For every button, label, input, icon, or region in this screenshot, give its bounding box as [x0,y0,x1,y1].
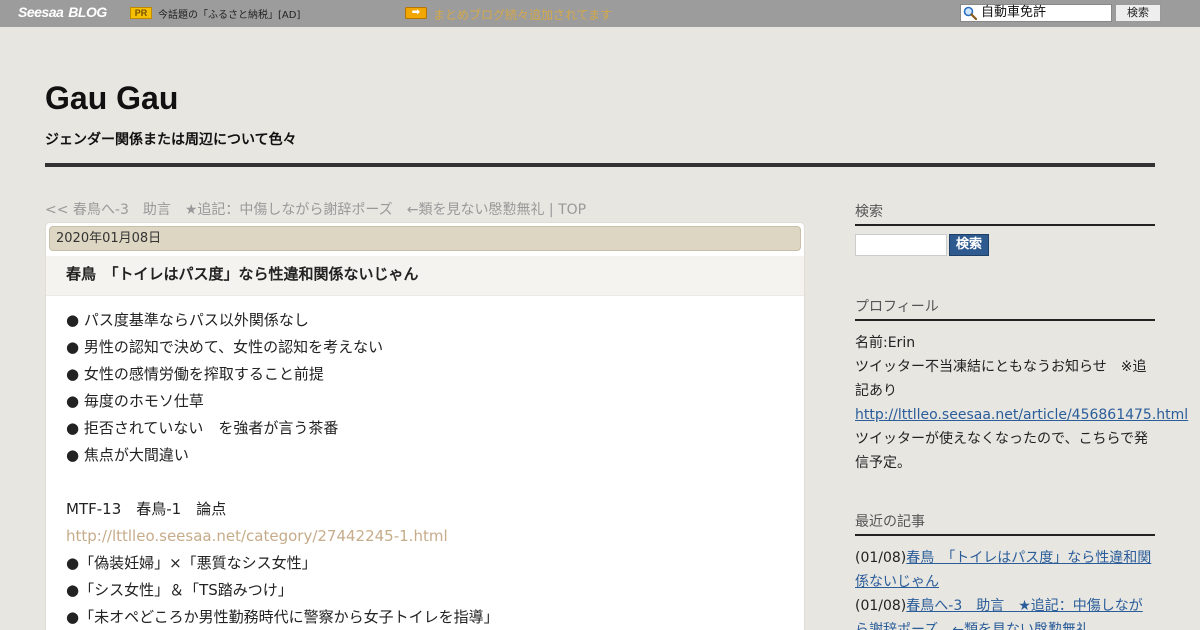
article-body: ● パス度基準ならパス以外関係なし ● 男性の認知で決めて、女性の認知を考えない… [66,307,786,630]
profile-note: ツイッターが使えなくなったので、こちらで発信予定。 [855,431,1149,471]
body-bullet: ● 女性の感情労働を搾取すること前提 [66,365,324,383]
article: 2020年01月08日 春鳥 「トイレはパス度」なら性違和関係ないじゃん ● パ… [45,222,805,630]
article-date: 2020年01月08日 [49,226,801,251]
header-divider [45,163,1155,167]
pr-ad-link[interactable]: 今話題の「ふるさと納税」[AD] [158,6,300,21]
notice-link[interactable]: まとめブログ続々追加されてます [433,6,612,23]
blog-description: ジェンダー関係または周辺について色々 [45,132,297,148]
profile-name: 名前:Erin [855,335,916,351]
search-icon [963,6,977,20]
body-bullet: ● 焦点が大間違い [66,446,189,464]
sidebar-search-input[interactable] [855,234,947,256]
profile-notice: ツイッター不当凍結にともなうお知らせ ※追記あり [855,359,1147,399]
top-search-input[interactable]: 自動車免許 [960,4,1112,22]
sidebar-search: 検索 検索 [855,201,1155,261]
body-bullet: ● 毎度のホモソ仕草 [66,392,204,410]
category-link[interactable]: http://lttlleo.seesaa.net/category/27442… [66,527,448,545]
profile-heading: プロフィール [855,296,1155,321]
body-bullet: ●「偽装妊婦」×「悪質なシス女性」 [66,554,317,572]
logo-seesaa-text: Seesaa [18,4,64,20]
body-link-line: http://lttlleo.seesaa.net/category/27442… [66,523,786,550]
seesaa-blog-logo[interactable]: Seesaa BLOG [18,4,107,20]
body-bullet: ● 拒否されていない を強者が言う茶番 [66,419,339,437]
arrow-right-icon: ➡ [405,7,427,19]
top-link[interactable]: TOP [558,202,586,218]
prev-article-link[interactable]: << 春鳥へ-3 助言 ★追記：中傷しながら謝辞ポーズ ←類を見ない慇懃無礼 [45,202,544,218]
body-bullet: ● パス度基準ならパス以外関係なし [66,311,309,329]
body-section-title: MTF-13 春鳥-1 論点 [66,500,227,518]
recent-heading: 最近の記事 [855,511,1155,536]
nav-separator: | [544,202,559,218]
body-bullet: ● 男性の認知で決めて、女性の認知を考えない [66,338,384,356]
article-title[interactable]: 春鳥 「トイレはパス度」なら性違和関係ないじゃん [66,263,419,284]
list-item: (01/08)春鳥へ-3 助言 ★追記：中傷しながら謝辞ポーズ ←類を見ない慇懃… [855,594,1155,630]
blog-title[interactable]: Gau Gau [45,80,178,117]
body-bullet: ●「未オペどころか男性勤務時代に警察から女子トイレを指導」 [66,608,499,626]
sidebar-search-heading: 検索 [855,201,1155,226]
recent-date: (01/08) [855,550,907,566]
pr-badge: PR [130,7,152,19]
profile-body: 名前:Erin ツイッター不当凍結にともなうお知らせ ※追記あり http://… [855,331,1188,475]
recent-date: (01/08) [855,598,907,614]
list-item: (01/08)春鳥 「トイレはパス度」なら性違和関係ないじゃん [855,546,1155,594]
sidebar-profile: プロフィール 名前:Erin ツイッター不当凍結にともなうお知らせ ※追記あり … [855,296,1188,475]
body-bullet: ●「シス女性」＆「TS踏みつけ」 [66,581,293,599]
sidebar-search-button[interactable]: 検索 [949,234,989,256]
sidebar-recent: 最近の記事 (01/08)春鳥 「トイレはパス度」なら性違和関係ないじゃん (0… [855,511,1155,630]
top-bar: Seesaa BLOG PR 今話題の「ふるさと納税」[AD] ➡ まとめブログ続… [0,0,1200,27]
logo-blog-text: BLOG [68,4,107,20]
top-search-button[interactable]: 検索 [1115,4,1161,22]
profile-link[interactable]: http://lttlleo.seesaa.net/article/456861… [855,407,1188,423]
article-navigation: << 春鳥へ-3 助言 ★追記：中傷しながら謝辞ポーズ ←類を見ない慇懃無礼 |… [45,199,586,219]
